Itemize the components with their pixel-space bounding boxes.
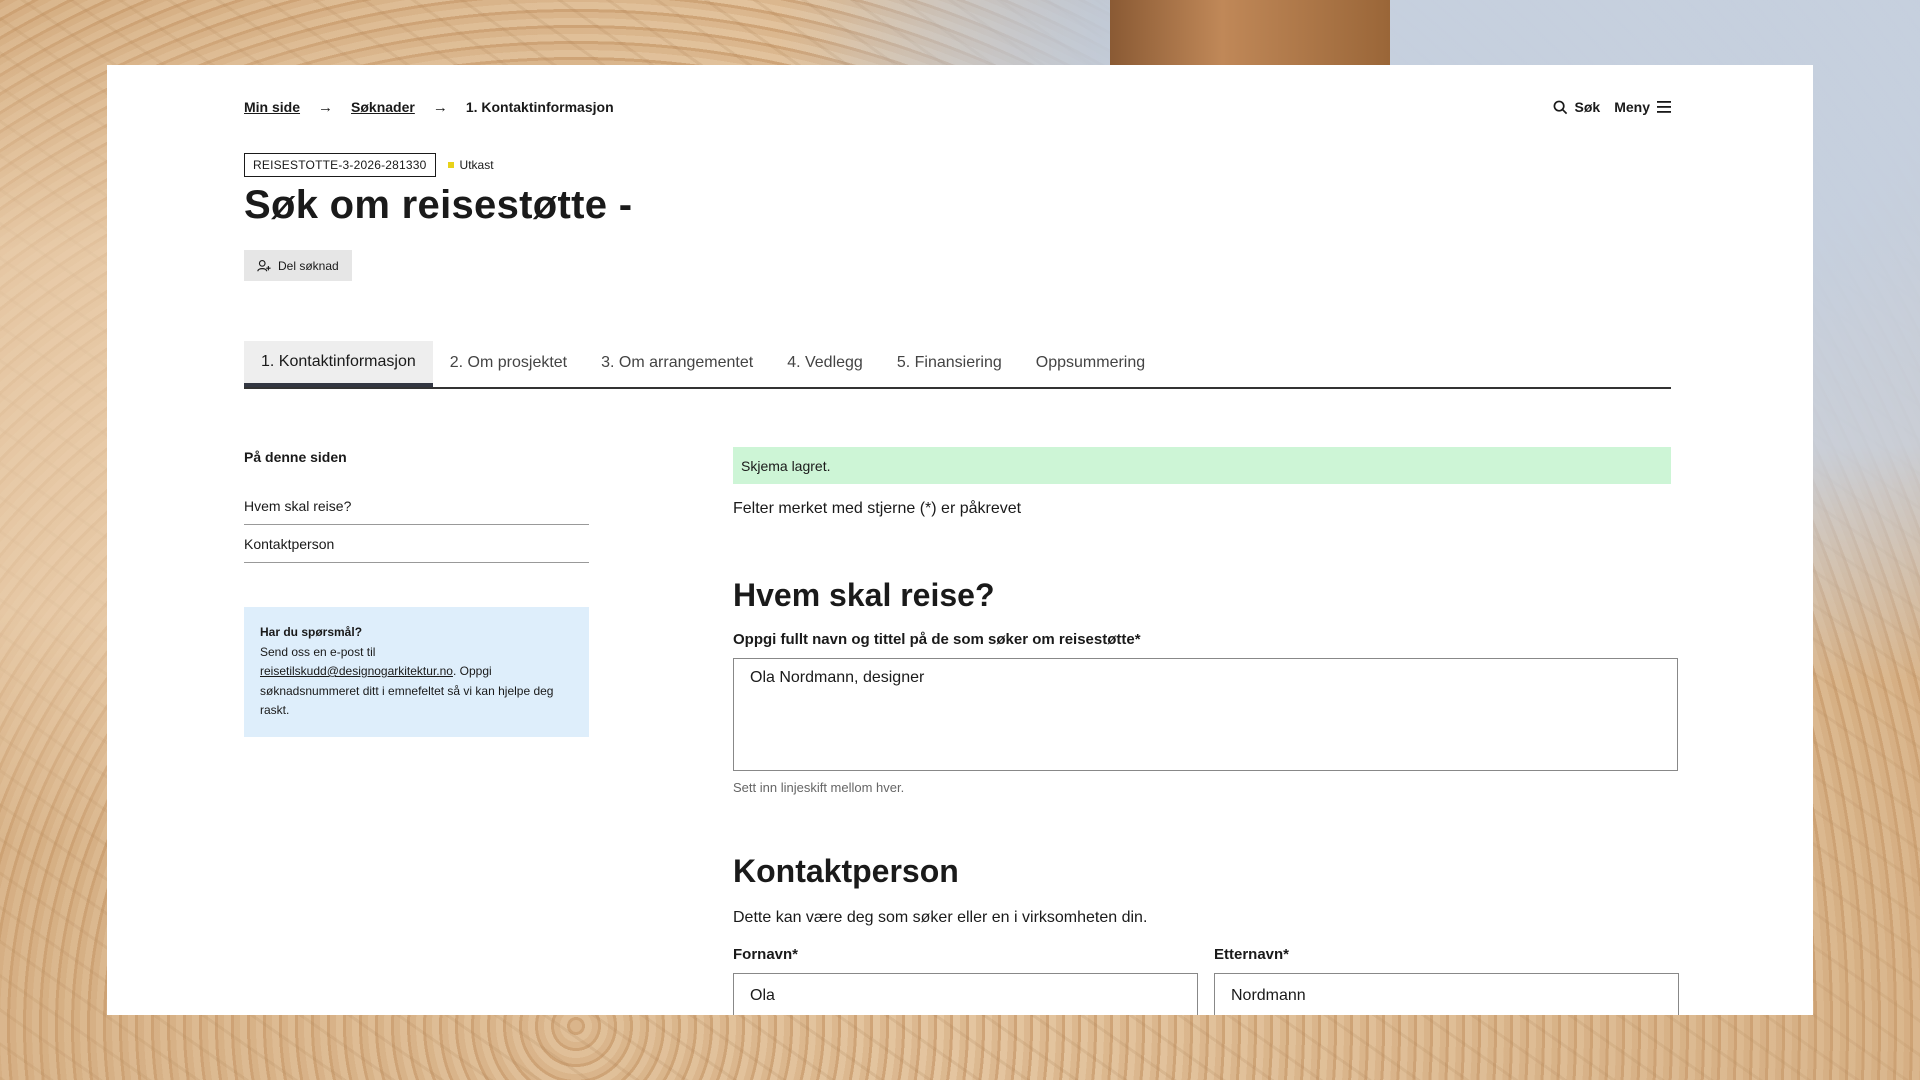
breadcrumb: Min side → Søknader → 1. Kontaktinformas… bbox=[244, 95, 614, 119]
menu-button[interactable]: Meny bbox=[1614, 99, 1671, 115]
search-label: Søk bbox=[1574, 99, 1601, 115]
tab-oppsummering[interactable]: Oppsummering bbox=[1019, 341, 1162, 385]
page-content: Min side → Søknader → 1. Kontaktinformas… bbox=[244, 65, 1679, 1015]
contact-description: Dette kan være deg som søker eller en i … bbox=[733, 909, 1148, 926]
first-name-input[interactable] bbox=[733, 973, 1198, 1015]
tab-kontaktinformasjon[interactable]: 1. Kontaktinformasjon bbox=[244, 341, 433, 387]
help-box: Har du spørsmål? Send oss en e-post til … bbox=[244, 607, 589, 737]
arrow-right-icon: → bbox=[432, 98, 448, 116]
arrow-right-icon: → bbox=[318, 98, 334, 116]
tab-vedlegg[interactable]: 4. Vedlegg bbox=[770, 341, 880, 385]
help-heading: Har du spørsmål? bbox=[260, 625, 363, 639]
on-page-nav: Hvem skal reise? Kontaktperson bbox=[244, 487, 589, 563]
help-email-link[interactable]: reisetilskudd@designogarkitektur.no bbox=[260, 664, 453, 678]
status-dot-icon bbox=[447, 162, 454, 168]
travellers-hint: Sett inn linjeskift mellom hver. bbox=[733, 780, 905, 795]
background-wood-post bbox=[1110, 0, 1390, 66]
breadcrumb-link-soknader[interactable]: Søknader bbox=[351, 99, 415, 115]
last-name-label: Etternavn* bbox=[1214, 946, 1290, 963]
page-panel: Min side → Søknader → 1. Kontaktinformas… bbox=[107, 65, 1813, 1015]
section-heading-hvem-skal-reise: Hvem skal reise? bbox=[733, 577, 995, 613]
on-page-link-kontaktperson[interactable]: Kontaktperson bbox=[244, 525, 589, 563]
tab-om-prosjektet[interactable]: 2. Om prosjektet bbox=[433, 341, 584, 385]
first-name-label: Fornavn* bbox=[733, 946, 799, 963]
search-button[interactable]: Søk bbox=[1553, 99, 1601, 115]
header-actions: Søk Meny bbox=[1553, 95, 1671, 119]
application-id: REISESTOTTE-3-2026-281330 bbox=[244, 153, 436, 177]
tab-om-arrangementet[interactable]: 3. Om arrangementet bbox=[584, 341, 770, 385]
add-user-icon bbox=[257, 259, 271, 271]
breadcrumb-link-min-side[interactable]: Min side bbox=[244, 99, 300, 115]
on-page-link-hvem-skal-reise[interactable]: Hvem skal reise? bbox=[244, 487, 589, 525]
travellers-textarea[interactable]: Ola Nordmann, designer bbox=[733, 658, 1678, 771]
required-note: Felter merket med stjerne (*) er påkreve… bbox=[733, 500, 1022, 517]
status-badge: Utkast bbox=[447, 158, 494, 172]
breadcrumb-current: 1. Kontaktinformasjon bbox=[465, 99, 614, 115]
section-heading-kontaktperson: Kontaktperson bbox=[733, 853, 959, 889]
application-meta: REISESTOTTE-3-2026-281330 Utkast bbox=[244, 153, 494, 177]
help-text-before: Send oss en e-post til bbox=[260, 644, 376, 659]
saved-notification: Skjema lagret. bbox=[733, 447, 1671, 484]
on-page-title: På denne siden bbox=[244, 449, 347, 465]
last-name-input[interactable] bbox=[1214, 973, 1679, 1015]
hamburger-icon bbox=[1657, 101, 1671, 113]
share-label: Del søknad bbox=[278, 258, 339, 273]
page-title: Søk om reisestøtte - bbox=[244, 183, 633, 227]
status-label: Utkast bbox=[459, 158, 494, 172]
tab-finansiering[interactable]: 5. Finansiering bbox=[880, 341, 1019, 385]
step-tabs: 1. Kontaktinformasjon 2. Om prosjektet 3… bbox=[244, 341, 1671, 389]
travellers-label: Oppgi fullt navn og tittel på de som søk… bbox=[733, 631, 1141, 648]
search-icon bbox=[1553, 100, 1567, 114]
share-application-button[interactable]: Del søknad bbox=[244, 250, 352, 281]
menu-label: Meny bbox=[1614, 99, 1650, 115]
